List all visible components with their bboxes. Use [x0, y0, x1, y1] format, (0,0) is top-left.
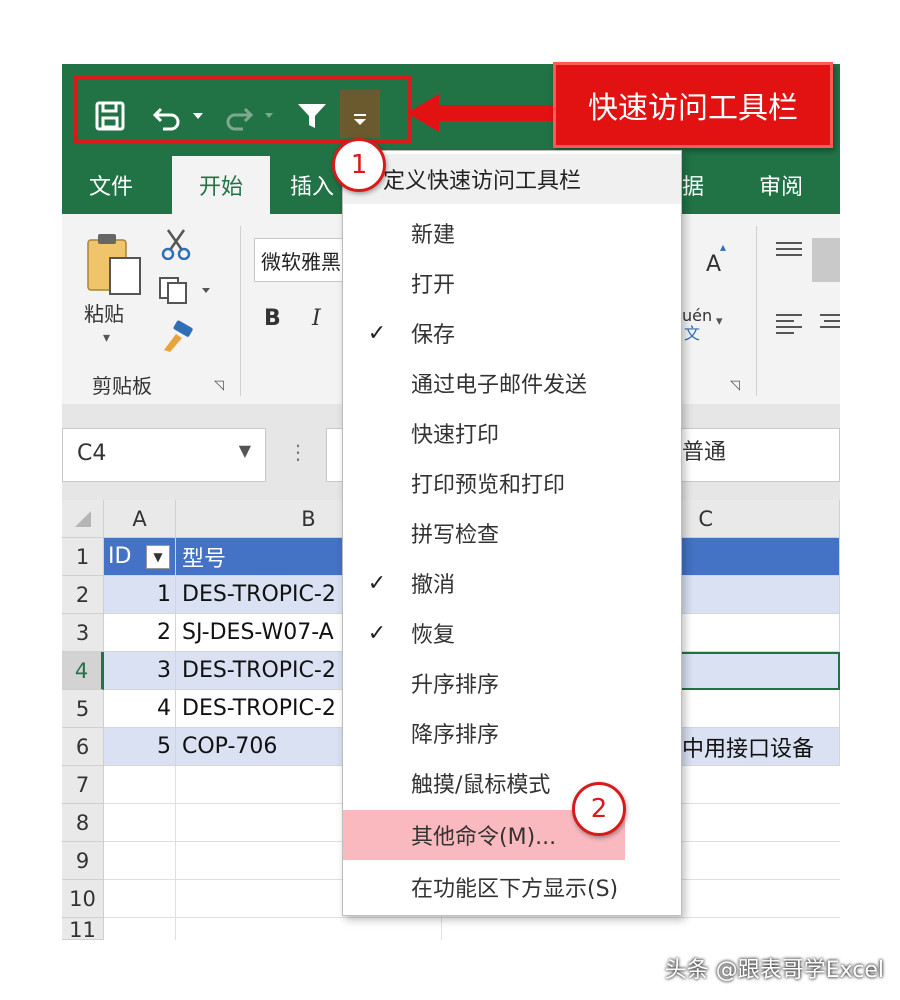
id-header-label: ID: [108, 544, 132, 569]
undo-icon: [152, 107, 203, 131]
tab-data[interactable]: 据: [682, 156, 722, 214]
menu-item-spelling[interactable]: 拼写检查: [343, 508, 681, 558]
menu-item-print-preview[interactable]: 打印预览和打印: [343, 458, 681, 508]
select-all-corner[interactable]: [62, 500, 104, 538]
table-cell[interactable]: 5: [104, 728, 176, 766]
row-header[interactable]: 1: [62, 538, 104, 576]
font-grow-button[interactable]: A: [706, 252, 721, 277]
paste-button[interactable]: [84, 232, 144, 300]
menu-item-new[interactable]: 新建: [343, 208, 681, 258]
paste-icon: [87, 234, 141, 295]
group-divider: [756, 226, 757, 396]
align-center-icon: [820, 314, 840, 328]
row-header[interactable]: 5: [62, 690, 104, 728]
tab-file[interactable]: 文件: [72, 156, 150, 214]
checkmark-icon: ✓: [367, 320, 387, 346]
menu-item-quick-print[interactable]: 快速打印: [343, 408, 681, 458]
align-lines-icon: [776, 242, 802, 256]
menu-item-redo[interactable]: ✓ 恢复: [343, 608, 681, 658]
checkmark-icon: ✓: [367, 620, 387, 646]
copy-button[interactable]: [158, 276, 214, 308]
align-middle-button[interactable]: [812, 238, 840, 282]
customize-qat-dropdown[interactable]: [340, 90, 380, 138]
menu-item-undo[interactable]: ✓ 撤消: [343, 558, 681, 608]
menu-item-email[interactable]: 通过电子邮件发送: [343, 358, 681, 408]
font-dialog-launcher-icon[interactable]: ◹: [730, 378, 740, 393]
row-header[interactable]: 6: [62, 728, 104, 766]
step-badge-2: 2: [572, 782, 626, 836]
tab-review[interactable]: 审阅: [748, 156, 814, 214]
menu-item-open[interactable]: 打开: [343, 258, 681, 308]
table-cell[interactable]: 1: [104, 576, 176, 614]
arrow-icon: [407, 94, 563, 132]
align-left-button[interactable]: [774, 312, 804, 338]
watermark: 头条 @跟表哥学Excel: [664, 958, 884, 983]
italic-button[interactable]: I: [312, 306, 321, 331]
column-header-a[interactable]: A: [104, 500, 176, 538]
scissors-icon: [161, 229, 191, 261]
menu-item-save[interactable]: ✓ 保存: [343, 308, 681, 358]
group-divider: [240, 226, 241, 396]
paste-label: 粘贴: [84, 302, 124, 326]
menu-title: 定义快速访问工具栏: [343, 154, 681, 204]
row-header[interactable]: 11: [62, 918, 104, 940]
clipboard-group-label: 剪贴板: [92, 374, 152, 398]
font-name-box[interactable]: 微软雅黑: [254, 238, 346, 282]
menu-item-sort-desc[interactable]: 降序排序: [343, 708, 681, 758]
name-box-value: C4: [77, 441, 107, 466]
phonetic-bottom: 文: [684, 324, 701, 343]
menu-item-touch-mode[interactable]: 触摸/鼠标模式: [343, 758, 681, 808]
row-header-active[interactable]: 4: [62, 652, 104, 690]
row-header[interactable]: 2: [62, 576, 104, 614]
caret-up-icon: ▴: [720, 240, 727, 254]
formula-visible-text: 普通: [682, 440, 727, 465]
col-gridline: [175, 766, 176, 940]
menu-item-show-below-ribbon[interactable]: 在功能区下方显示(S): [343, 862, 681, 912]
phonetic-dropdown-icon[interactable]: ▾: [716, 314, 723, 329]
checkmark-icon: ✓: [367, 570, 387, 596]
cut-button[interactable]: [160, 228, 192, 264]
formula-bar-separator: ⋮: [288, 440, 308, 464]
table-header-id: ID ▼: [104, 538, 176, 576]
corner-triangle-icon: [74, 510, 91, 527]
save-icon: [95, 101, 125, 131]
table-cell[interactable]: 3: [104, 652, 176, 690]
save-button[interactable]: [90, 96, 130, 136]
row-header[interactable]: 10: [62, 880, 104, 918]
paste-dropdown-icon[interactable]: ▾: [103, 330, 110, 346]
step-badge-1: 1: [332, 138, 386, 192]
tab-home[interactable]: 开始: [172, 156, 270, 214]
format-painter-button[interactable]: [160, 320, 194, 358]
align-center-button[interactable]: [818, 312, 840, 338]
table-cell[interactable]: 2: [104, 614, 176, 652]
table-cell[interactable]: 4: [104, 690, 176, 728]
name-box[interactable]: C4 ▼: [62, 428, 266, 482]
copy-icon: [159, 277, 210, 304]
filter-dropdown-icon[interactable]: ▼: [146, 545, 170, 569]
filter-icon: [298, 104, 326, 128]
dialog-launcher-icon[interactable]: ◹: [214, 378, 224, 393]
align-top-button[interactable]: [774, 240, 804, 264]
row-header[interactable]: 3: [62, 614, 104, 652]
align-left-icon: [776, 314, 802, 334]
paintbrush-icon: [164, 320, 193, 352]
row-header[interactable]: 8: [62, 804, 104, 842]
chevron-down-icon: ▼: [238, 441, 251, 460]
undo-button[interactable]: [148, 96, 208, 136]
menu-item-sort-asc[interactable]: 升序排序: [343, 658, 681, 708]
redo-button[interactable]: [222, 96, 278, 136]
row-header[interactable]: 7: [62, 766, 104, 804]
filter-button[interactable]: [292, 96, 332, 136]
bold-button[interactable]: B: [264, 306, 281, 331]
redo-icon: [226, 107, 273, 131]
chevron-down-icon: [354, 114, 366, 125]
row-header[interactable]: 9: [62, 842, 104, 880]
qat-callout: 快速访问工具栏: [553, 62, 833, 148]
